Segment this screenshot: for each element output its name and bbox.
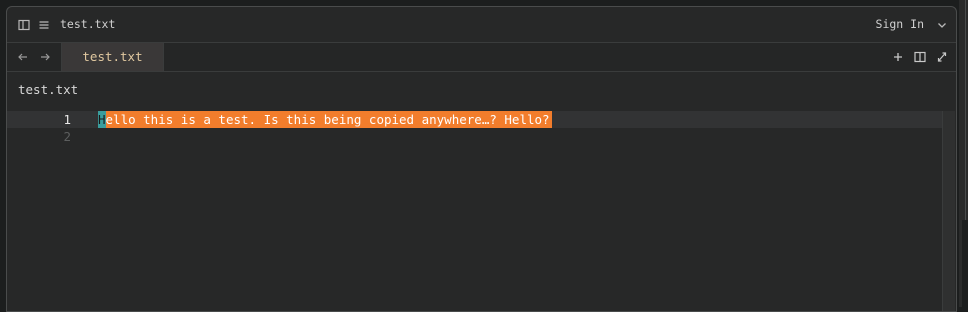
window-title: test.txt xyxy=(60,17,116,31)
tab-bar: test.txt xyxy=(7,43,956,72)
adjacent-window-edge xyxy=(959,0,968,307)
editor-window: test.txt Sign In test.txt test.txt 1 2 H… xyxy=(6,6,957,312)
selected-text-content: ello this is a test. Is this being copie… xyxy=(105,112,550,127)
selected-text[interactable]: Hello this is a test. Is this being copi… xyxy=(98,111,552,128)
text-editor[interactable]: 1 2 Hello this is a test. Is this being … xyxy=(7,111,956,311)
hamburger-icon[interactable] xyxy=(38,18,50,32)
vertical-scrollbar[interactable] xyxy=(942,111,955,311)
breadcrumb[interactable]: test.txt xyxy=(18,82,78,98)
tab-test-txt[interactable]: test.txt xyxy=(61,43,164,71)
adjacent-window-notch xyxy=(962,220,968,307)
split-pane-icon[interactable] xyxy=(914,50,926,64)
chevron-down-icon[interactable] xyxy=(936,18,948,32)
expand-icon[interactable] xyxy=(936,50,948,64)
line-number-2: 2 xyxy=(63,129,71,144)
sign-in-button[interactable]: Sign In xyxy=(876,17,924,31)
title-bar: test.txt Sign In xyxy=(7,7,956,43)
arrow-right-icon[interactable] xyxy=(39,50,51,64)
sidebar-icon[interactable] xyxy=(18,18,30,32)
arrow-left-icon[interactable] xyxy=(17,50,29,64)
text-cursor: H xyxy=(98,111,106,128)
plus-icon[interactable] xyxy=(892,50,904,64)
code-line-1[interactable]: Hello this is a test. Is this being copi… xyxy=(98,111,552,128)
line-number-1: 1 xyxy=(63,112,71,127)
